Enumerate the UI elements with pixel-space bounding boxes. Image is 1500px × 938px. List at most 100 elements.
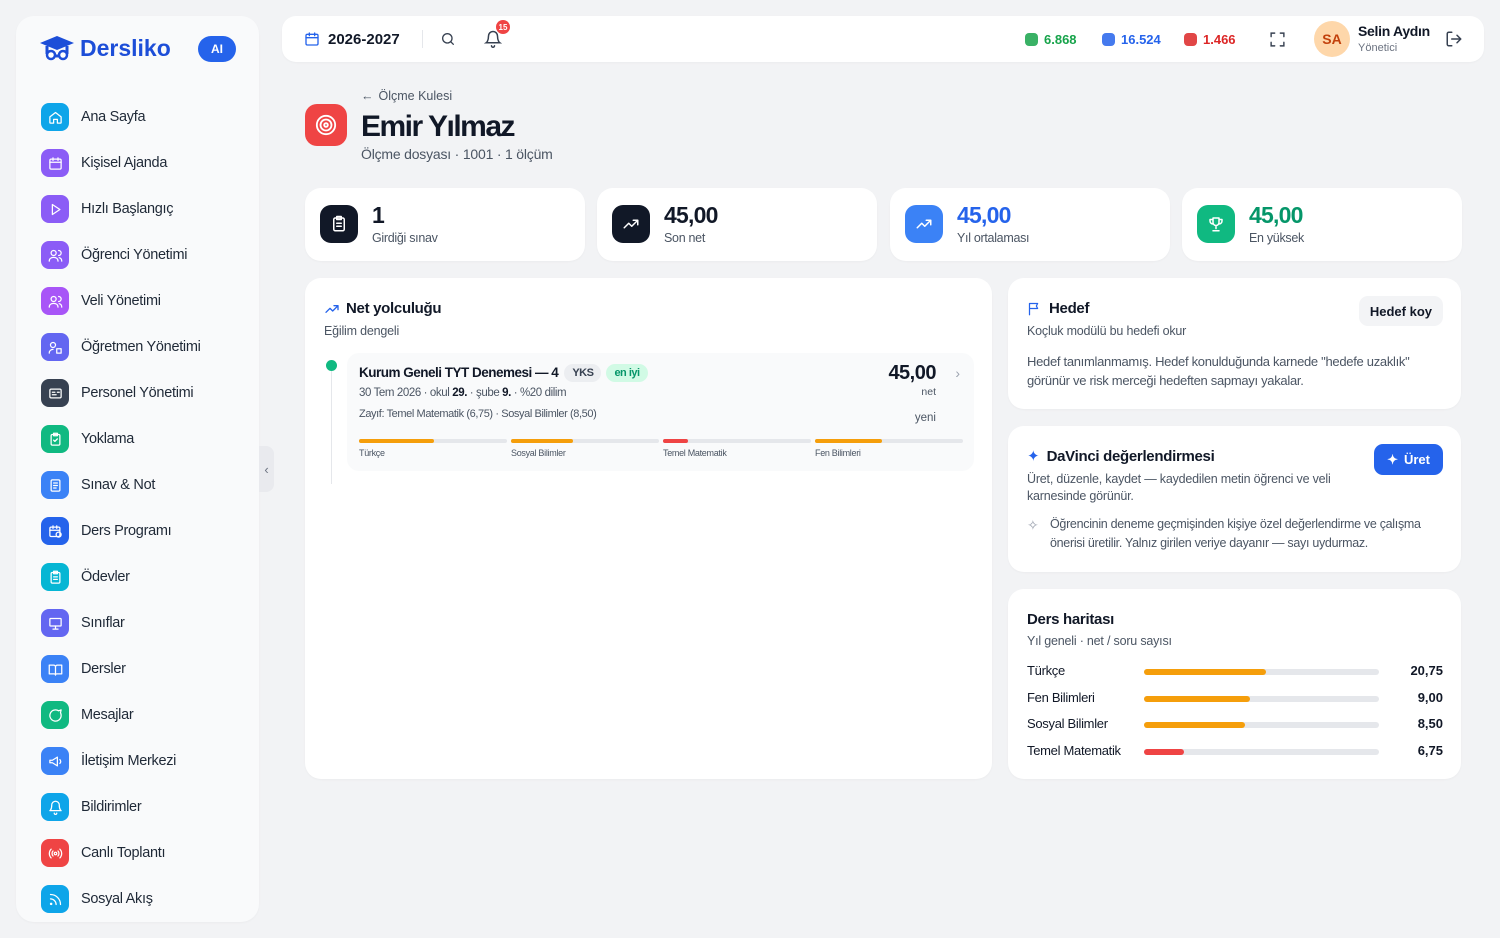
subject-progress-fill [1144,748,1184,755]
goal-subtitle: Koçluk modülü bu hedefi okur [1027,324,1187,338]
net-journey-card: Net yolculuğu Eğilim dengeli Kurum Genel… [305,278,992,779]
sidebar-item-label: Sınıflar [81,615,125,631]
kpi-label: Girdiği sınav [372,231,438,245]
sidebar-item[interactable]: Bildirimler [41,784,251,830]
gem-red-icon [1184,32,1197,46]
megaphone-icon [41,747,69,775]
sidebar-item[interactable]: Canlı Toplantı [41,830,251,876]
subject-value: 8,50 [1417,716,1443,731]
brand-name: Dersliko [80,34,171,61]
subject-bar-fill [359,439,435,443]
exam-meta: 30 Tem 2026 · okul 29. · şube 9. · %20 d… [359,387,567,399]
kpi-value: 45,00 [1249,202,1303,228]
sidebar-item[interactable]: Ödevler [41,554,251,600]
sidebar-item[interactable]: Hızlı Başlangıç [41,186,251,232]
subject-bar-fill [663,439,689,443]
exam-entry[interactable]: Kurum Geneli TYT Denemesi — 4 YKS en iyi 3… [347,353,974,471]
generate-button[interactable]: ✦ Üret [1374,444,1443,475]
kpi-label: Son net [664,231,705,245]
calendar-clock-icon [41,517,69,545]
sidebar-item-label: Sınav & Not [81,477,156,493]
subject-value: 20,75 [1410,663,1443,678]
sidebar-nav: Ana Sayfa Kişisel Ajanda Hızlı Başlangıç… [41,94,251,922]
exam-date: 30 Tem 2026 · okul [359,387,453,399]
subject-map-subtitle: Yıl geneli · net / soru sayısı [1027,634,1172,648]
clipboard-check-icon [41,425,69,453]
brand-logo[interactable]: Dersliko [38,34,171,62]
sidebar-item-label: Sosyal Akış [81,891,153,907]
sidebar-item[interactable]: Personel Yönetimi [41,370,251,416]
fullscreen-button[interactable] [1269,16,1286,62]
message-icon [41,701,69,729]
trend-up-icon [905,205,943,243]
net-journey-subtitle: Eğilim dengeli [324,324,400,338]
set-goal-button[interactable]: Hedef koy [1358,296,1443,326]
search-button[interactable] [440,16,456,62]
subject-label: Türkçe [1027,663,1065,678]
sidebar-item[interactable]: Sosyal Akış [41,876,251,922]
ai-button[interactable]: AI [198,36,236,62]
sidebar-item[interactable]: Kişisel Ajanda [41,140,251,186]
back-link-label: Ölçme Kulesi [378,89,453,103]
subject-progress-fill [1144,669,1267,675]
sidebar-item[interactable]: Öğrenci Yönetimi [41,232,251,278]
subject-map-card: Ders haritası Yıl geneli · net / soru sa… [1008,589,1461,779]
subject-label: Temel Matematik [1027,742,1121,758]
sidebar-item[interactable]: İletişim Merkezi [41,738,251,784]
subject-bar [663,439,811,443]
logout-button[interactable] [1445,16,1463,62]
home-icon [41,103,69,131]
sidebar: Dersliko AI Ana Sayfa Kişisel Ajanda Hız… [16,16,259,922]
davinci-title: DaVinci değerlendirmesi [1046,447,1215,465]
sidebar-item[interactable]: Veli Yönetimi [41,278,251,324]
subject-bar-label: Sosyal Bilimler [511,448,566,458]
sidebar-item-label: Ana Sayfa [81,109,146,125]
sidebar-item[interactable]: Sınav & Not [41,462,251,508]
sidebar-item[interactable]: Sınıflar [41,600,251,646]
graduation-cap-icon [40,36,74,61]
subject-row: Sosyal Bilimler 8,50 [1027,714,1443,734]
sidebar-item-label: Yoklama [81,431,134,447]
document-icon [41,471,69,499]
play-icon [41,195,69,223]
subject-row: Fen Bilimleri 9,00 [1027,688,1443,708]
subject-row: Türkçe 20,75 [1027,661,1443,681]
sidebar-item[interactable]: Ana Sayfa [41,94,251,140]
user-name: Selin Aydın [1358,23,1430,39]
currency-stat[interactable]: 16.524 [1102,16,1161,62]
exam-type-badge: YKS [564,364,602,382]
subject-progress [1144,748,1379,755]
generate-button-label: Üret [1403,452,1430,467]
exam-net-label: net [921,386,936,398]
currency-stat[interactable]: 1.466 [1184,16,1236,62]
sidebar-item-label: Hızlı Başlangıç [81,201,174,217]
fullscreen-icon [1270,31,1285,47]
teacher-icon [41,333,69,361]
sidebar-item[interactable]: Ders Programı [41,508,251,554]
sidebar-item[interactable]: Dersler [41,646,251,692]
currency-stat[interactable]: 6.868 [1025,16,1077,62]
sidebar-item[interactable]: Yoklama [41,416,251,462]
id-card-icon [41,379,69,407]
back-link[interactable]: ← Ölçme Kulesi [361,89,452,103]
davinci-text: Öğrencinin deneme geçmişinden kişiye öze… [1050,517,1421,550]
stat-value: 6.868 [1044,31,1077,47]
target-icon [305,104,347,146]
sidebar-item-label: Dersler [81,661,126,677]
goal-text: Hedef tanımlanmamış. Hedef konulduğunda … [1027,354,1410,388]
academic-year-selector[interactable]: 2026-2027 [304,16,400,62]
subject-bar-fill [815,439,882,443]
calendar-icon [41,149,69,177]
gem-blue-icon [1102,32,1115,46]
sidebar-item-label: Kişisel Ajanda [81,155,168,171]
trend-up-icon [612,205,650,243]
sidebar-collapse-button[interactable]: ‹ [259,446,274,492]
sidebar-item[interactable]: Öğretmen Yönetimi [41,324,251,370]
kpi-card: 1 Girdiği sınav [305,188,585,261]
kpi-value: 45,00 [957,202,1011,228]
davinci-subtitle: Üret, düzenle, kaydet — kaydedilen metin… [1027,472,1331,503]
sidebar-item[interactable]: Mesajlar [41,692,251,738]
notification-count-badge: 15 [496,20,510,34]
avatar[interactable]: SA [1314,21,1350,57]
weak-subjects: Zayıf: Temel Matematik (6,75) · Sosyal B… [359,408,597,420]
